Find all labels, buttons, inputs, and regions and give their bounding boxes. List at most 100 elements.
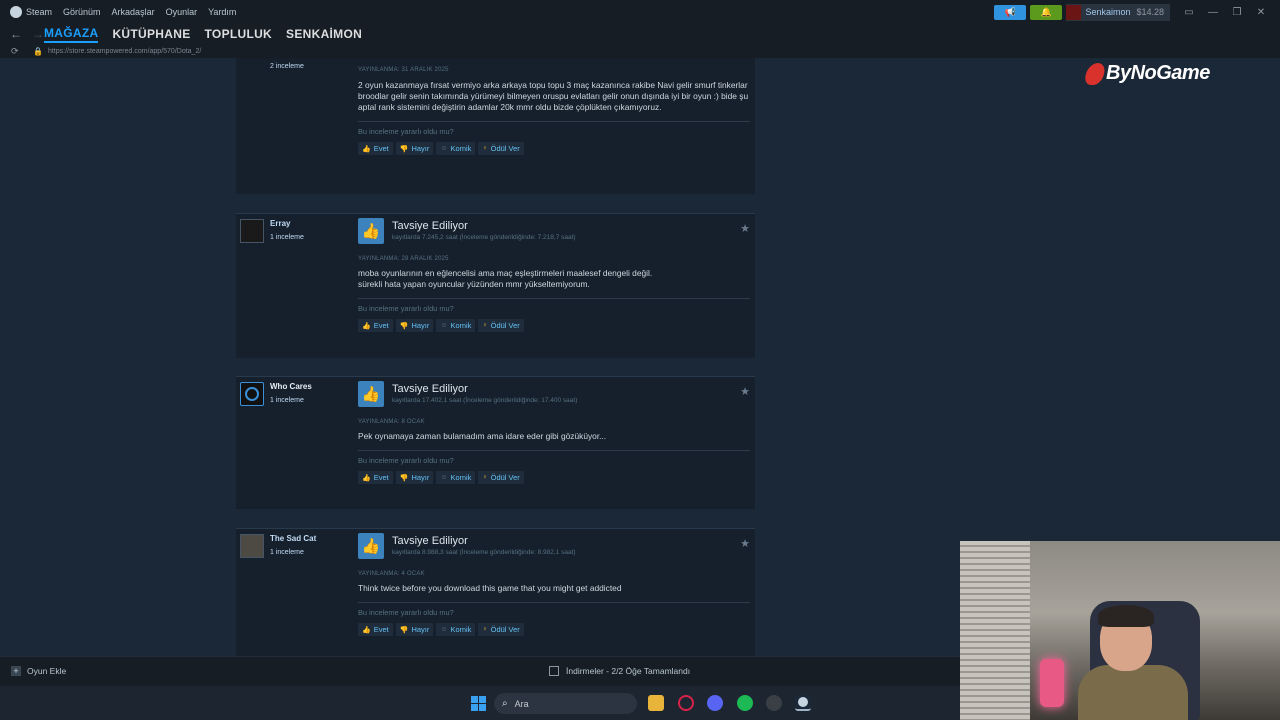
notifications-button[interactable]: 🔔 [1030, 4, 1063, 20]
author-review-count[interactable]: 2 inceleme [270, 63, 304, 70]
review-divider [358, 602, 750, 603]
review-text: 2 oyun kazanmaya fırsat vermiyo arka ark… [358, 80, 749, 112]
award-icon: ♀ [482, 474, 488, 481]
downloads-label: İndirmeler - 2/2 Öğe Tamamlandı [566, 666, 691, 676]
award-icon: ♀ [482, 322, 488, 329]
menu-item-help[interactable]: Yardım [208, 7, 236, 17]
author-review-count[interactable]: 1 inceleme [270, 234, 304, 241]
author-review-count[interactable]: 1 inceleme [270, 549, 316, 556]
windows-start-icon[interactable] [470, 695, 486, 711]
add-game-button[interactable]: + Oyun Ekle [11, 666, 66, 676]
vote-buttons: 👍 Evet 👎 Hayır ☺ Komik ♀ Ödül Ver [358, 471, 750, 484]
author-review-count[interactable]: 1 inceleme [270, 397, 312, 404]
helpful-question: Bu inceleme yararlı oldu mu? [358, 127, 454, 136]
review-card: 2 inceleme YAYINLANMA: 31 ARALIK 2025 2 … [236, 58, 755, 194]
file-explorer-icon[interactable] [648, 695, 664, 711]
opera-gx-icon[interactable] [678, 695, 694, 711]
vote-funny-button[interactable]: ☺ Komik [436, 319, 476, 332]
award-icon: ♀ [482, 145, 488, 152]
downloads-status[interactable]: İndirmeler - 2/2 Öğe Tamamlandı [549, 666, 690, 676]
add-game-label: Oyun Ekle [27, 666, 67, 676]
vote-yes-button[interactable]: 👍 Evet [358, 142, 393, 155]
close-icon[interactable]: ✕ [1256, 7, 1266, 18]
thumbs-up-icon: 👍 [362, 322, 371, 330]
smiley-icon: ☺ [440, 145, 448, 152]
review-verdict[interactable]: Tavsiye Ediliyor [358, 535, 750, 547]
top-right-controls: 📢 🔔 Senkaimon $14.28 ▭ — ❐ ✕ [994, 0, 1280, 24]
thumbs-up-icon: 👍 [362, 474, 371, 482]
award-button[interactable]: ♀ Ödül Ver [478, 319, 524, 332]
vote-yes-button[interactable]: 👍 Evet [358, 319, 393, 332]
review-card: The Sad Cat 1 inceleme 👍 Tavsiye Ediliyo… [236, 528, 755, 656]
vote-yes-button[interactable]: 👍 Evet [358, 623, 393, 636]
menu-item-friends[interactable]: Arkadaşlar [112, 7, 155, 17]
bell-icon: 🔔 [1040, 6, 1053, 17]
account-menu[interactable]: Senkaimon $14.28 [1066, 3, 1170, 21]
vote-buttons: 👍 Evet 👎 Hayır ☺ Komik ♀ Ödül Ver [358, 623, 750, 636]
search-icon: ⌕ [502, 698, 508, 709]
vote-funny-button[interactable]: ☺ Komik [436, 623, 476, 636]
award-icon: ♀ [482, 626, 488, 633]
review-author[interactable]: The Sad Cat 1 inceleme [240, 534, 316, 558]
refresh-icon[interactable]: ⟳ [11, 46, 23, 57]
review-verdict[interactable]: Tavsiye Ediliyor [358, 220, 750, 232]
app-icon[interactable] [766, 695, 782, 711]
tab-profile[interactable]: SENKAİMON [286, 27, 362, 41]
star-icon[interactable]: ★ [740, 537, 750, 550]
restore-icon[interactable]: ❐ [1232, 7, 1242, 18]
vote-funny-button[interactable]: ☺ Komik [436, 142, 476, 155]
plus-icon: + [11, 666, 21, 676]
tab-community[interactable]: TOPLULUK [205, 27, 273, 41]
author-name[interactable]: The Sad Cat [270, 534, 316, 543]
megaphone-icon: 📢 [1004, 6, 1017, 17]
vote-no-button[interactable]: 👎 Hayır [395, 319, 434, 332]
menu-item-games[interactable]: Oyunlar [166, 7, 198, 17]
review-hours: kayıtlarda 7.245,2 saat (İnceleme gönder… [392, 234, 576, 241]
taskbar-search[interactable]: ⌕ Ara [494, 693, 637, 714]
review-divider [358, 450, 750, 451]
award-button[interactable]: ♀ Ödül Ver [478, 142, 524, 155]
minimize-icon[interactable]: — [1208, 7, 1218, 18]
vote-yes-button[interactable]: 👍 Evet [358, 471, 393, 484]
vote-funny-button[interactable]: ☺ Komik [436, 471, 476, 484]
review-author[interactable]: Erray 1 inceleme [240, 219, 304, 243]
vote-no-button[interactable]: 👎 Hayır [395, 142, 434, 155]
menu-item-view[interactable]: Görünüm [63, 7, 101, 17]
author-avatar[interactable] [240, 382, 264, 406]
author-avatar[interactable] [240, 534, 264, 558]
thumbs-up-icon: 👍 [358, 533, 384, 559]
review-card: Who Cares 1 inceleme 👍 Tavsiye Ediliyor … [236, 376, 755, 509]
author-name[interactable]: Erray [270, 219, 304, 228]
review-text: moba oyunlarının en eğlencelisi ama maç … [358, 268, 653, 289]
spotify-icon[interactable] [737, 695, 753, 711]
discord-icon[interactable] [707, 695, 723, 711]
vote-no-button[interactable]: 👎 Hayır [395, 471, 434, 484]
review-verdict[interactable]: Tavsiye Ediliyor [358, 383, 750, 395]
review-text: Think twice before you download this gam… [358, 583, 622, 593]
award-button[interactable]: ♀ Ödül Ver [478, 623, 524, 636]
url-text[interactable]: https://store.steampowered.com/app/570/D… [48, 48, 201, 55]
forward-arrow-icon[interactable]: → [32, 27, 44, 41]
steam-logo-icon[interactable] [10, 6, 22, 18]
vote-buttons: 👍 Evet 👎 Hayır ☺ Komik ♀ Ödül Ver [358, 319, 750, 332]
star-icon[interactable]: ★ [740, 222, 750, 235]
author-avatar[interactable] [240, 219, 264, 243]
review-posted-date: YAYINLANMA: 4 OCAK [358, 571, 425, 577]
steam-taskbar-icon[interactable] [795, 695, 811, 711]
menu-item-steam[interactable]: Steam [26, 7, 52, 17]
review-posted-date: YAYINLANMA: 8 OCAK [358, 419, 425, 425]
tab-store[interactable]: MAĞAZA [44, 26, 99, 43]
announcements-button[interactable]: 📢 [994, 4, 1027, 20]
vote-buttons: 👍 Evet 👎 Hayır ☺ Komik ♀ Ödül Ver [358, 142, 750, 155]
vote-no-button[interactable]: 👎 Hayır [395, 623, 434, 636]
award-button[interactable]: ♀ Ödül Ver [478, 471, 524, 484]
tab-library[interactable]: KÜTÜPHANE [112, 27, 190, 41]
star-icon[interactable]: ★ [740, 385, 750, 398]
thumbs-down-icon: 👎 [399, 626, 409, 634]
thumbs-up-icon: 👍 [362, 626, 371, 634]
review-text: Pek oynamaya zaman bulamadım ama idare e… [358, 431, 607, 441]
big-picture-icon[interactable]: ▭ [1184, 7, 1194, 18]
review-author[interactable]: Who Cares 1 inceleme [240, 382, 312, 406]
back-arrow-icon[interactable]: ← [10, 27, 22, 41]
author-name[interactable]: Who Cares [270, 382, 312, 391]
